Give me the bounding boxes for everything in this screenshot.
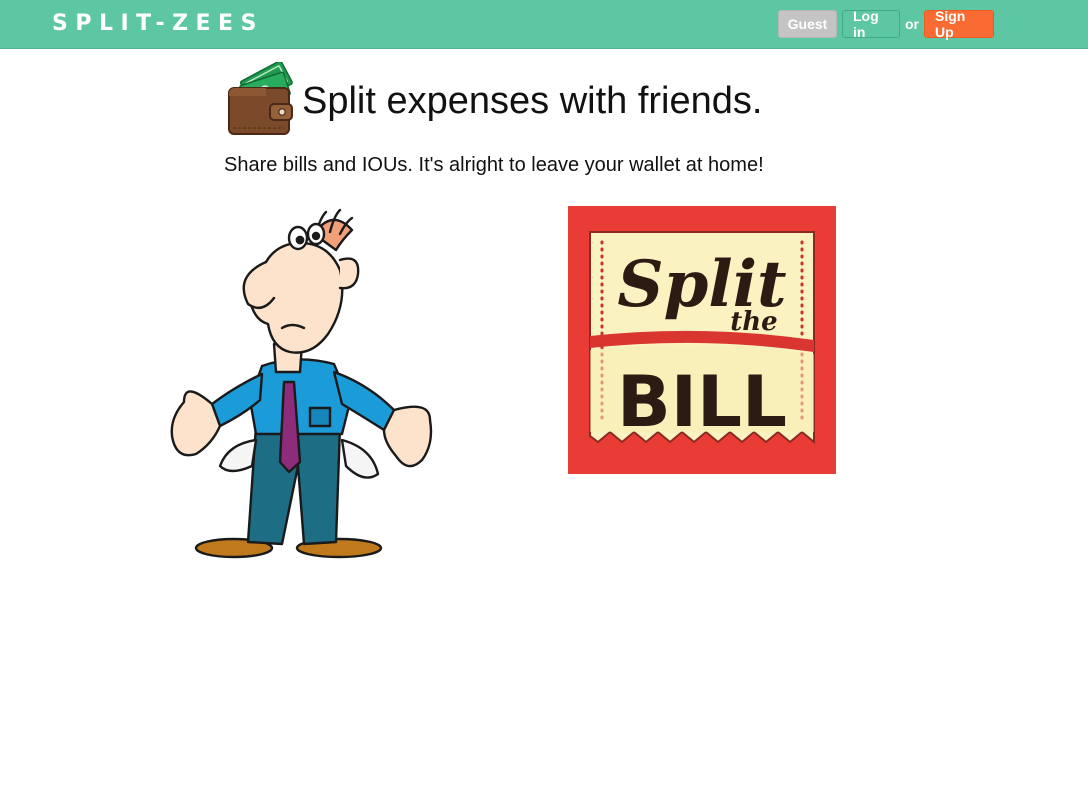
empty-pockets-man-illustration xyxy=(170,208,433,559)
brand-logo[interactable]: SPLIT-ZEES xyxy=(52,10,264,38)
nav-actions: Guest Log in or Sign Up xyxy=(778,8,994,40)
split-the-bill-badge: Split the BILL xyxy=(568,206,836,474)
wallet-with-cash-icon xyxy=(228,62,293,135)
badge-word-bill: BILL xyxy=(617,361,787,443)
or-separator: or xyxy=(905,16,919,32)
signup-button[interactable]: Sign Up xyxy=(924,8,994,40)
hero-title: Split expenses with friends. xyxy=(302,80,763,122)
hero-subtitle: Share bills and IOUs. It's alright to le… xyxy=(224,154,764,176)
top-navbar: SPLIT-ZEES Guest Log in or Sign Up xyxy=(0,0,1088,49)
guest-button[interactable]: Guest xyxy=(778,10,837,38)
login-button[interactable]: Log in xyxy=(842,8,900,40)
badge-word-the: the xyxy=(730,307,777,337)
